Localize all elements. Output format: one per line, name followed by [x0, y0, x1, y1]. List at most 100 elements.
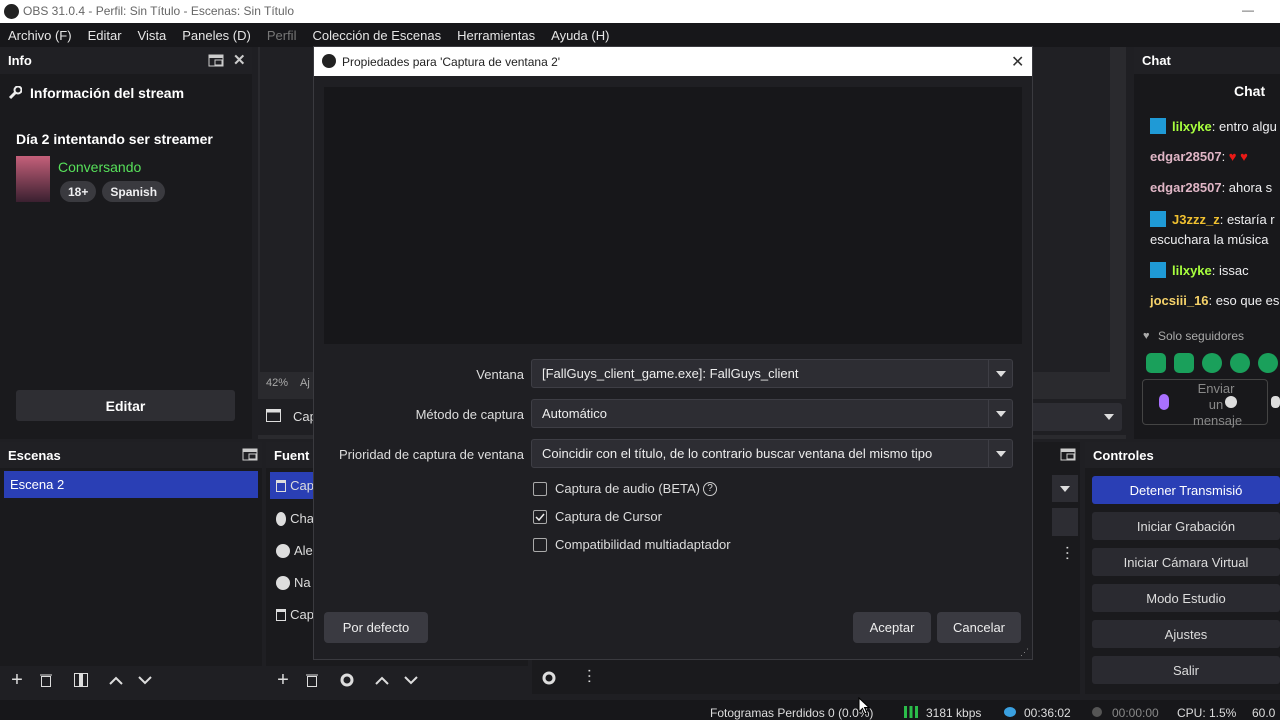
source-item[interactable]: Na — [270, 569, 314, 596]
undock-icon[interactable] — [1060, 448, 1076, 461]
record-icon — [1092, 707, 1102, 717]
undock-icon[interactable] — [208, 53, 224, 67]
multiadapter-checkbox[interactable]: Compatibilidad multiadaptador — [533, 537, 731, 552]
capture-method-label: Método de captura — [415, 407, 524, 422]
emote-icon[interactable] — [1202, 353, 1222, 373]
mixer-stepper[interactable] — [1052, 508, 1078, 536]
move-up-button[interactable] — [371, 669, 393, 691]
capture-priority-select[interactable]: Coincidir con el título, de lo contrario… — [531, 439, 1013, 468]
menu-archivo[interactable]: Archivo (F) — [8, 28, 72, 43]
zoom-suffix: Aj — [300, 377, 310, 389]
checkbox-checked[interactable] — [533, 509, 547, 524]
category-name[interactable]: Conversando — [58, 159, 141, 175]
category-thumbnail — [16, 156, 50, 202]
resize-grip-icon[interactable]: ⋰ — [1020, 647, 1029, 658]
menu-herramientas[interactable]: Herramientas — [457, 28, 535, 43]
globe-icon — [276, 511, 287, 526]
chat-username[interactable]: jocsiii_16 — [1150, 293, 1209, 308]
scenes-dock-header: Escenas — [0, 442, 262, 468]
start-recording-button[interactable]: Iniciar Grabación — [1092, 512, 1280, 540]
minimize-button[interactable]: — — [1242, 3, 1254, 17]
more-options-icon[interactable]: ··· — [1058, 545, 1076, 561]
close-icon[interactable]: ✕ — [233, 51, 246, 69]
undock-icon[interactable] — [242, 448, 258, 461]
badge-icon — [1150, 118, 1166, 134]
live-icon — [1004, 707, 1016, 717]
menu-editar[interactable]: Editar — [88, 28, 122, 43]
help-icon[interactable]: ? — [703, 481, 717, 496]
source-item[interactable]: Cap — [270, 472, 314, 499]
menu-coleccion[interactable]: Colección de Escenas — [312, 28, 441, 43]
add-source-button[interactable]: + — [272, 669, 294, 691]
default-button[interactable]: Por defecto — [324, 612, 428, 643]
tag-pill[interactable]: 18+ — [60, 181, 97, 202]
add-scene-button[interactable]: + — [6, 669, 28, 691]
scenes-toolbar: + — [0, 666, 262, 694]
scene-filters-button[interactable] — [70, 669, 92, 691]
tag-pill[interactable]: Spanish — [102, 181, 166, 202]
emote-row — [1146, 353, 1278, 373]
chat-username[interactable]: lilxyke — [1172, 263, 1212, 278]
virtual-camera-button[interactable]: Iniciar Cámara Virtual — [1092, 548, 1280, 576]
heart-icon: ♥ — [1143, 330, 1150, 342]
scene-item-selected[interactable]: Escena 2 — [4, 471, 258, 498]
signal-bars-icon — [904, 706, 918, 718]
checkbox-unchecked[interactable] — [533, 481, 547, 496]
menu-vista[interactable]: Vista — [138, 28, 167, 43]
edit-button[interactable]: Editar — [16, 390, 235, 421]
source-settings-gear-icon[interactable] — [336, 669, 358, 691]
fps: 60.0 — [1252, 706, 1276, 720]
chat-username[interactable]: J3zzz_z — [1172, 212, 1220, 227]
emote-icon[interactable] — [1258, 353, 1278, 373]
mouse-cursor-icon — [858, 697, 870, 715]
exit-button[interactable]: Salir — [1092, 656, 1280, 684]
cancel-button[interactable]: Cancelar — [937, 612, 1021, 643]
move-down-button[interactable] — [400, 669, 422, 691]
move-down-button[interactable] — [134, 669, 156, 691]
badge-icon — [1150, 211, 1166, 227]
chat-username[interactable]: edgar28507 — [1150, 149, 1222, 164]
globe-icon — [276, 543, 290, 558]
audio-capture-checkbox[interactable]: Captura de audio (BETA) ? — [533, 481, 717, 496]
remove-scene-button[interactable] — [35, 669, 57, 691]
menu-paneles[interactable]: Paneles (D) — [182, 28, 251, 43]
emoji-icon[interactable] — [1225, 396, 1237, 408]
studio-mode-button[interactable]: Modo Estudio — [1092, 584, 1280, 612]
mixer-settings-gear-icon[interactable] — [538, 667, 560, 689]
source-item[interactable]: Cha — [270, 505, 314, 532]
settings-gear-icon[interactable] — [1271, 396, 1280, 408]
checkbox-unchecked[interactable] — [533, 537, 547, 552]
accept-button[interactable]: Aceptar — [853, 612, 931, 643]
emote-icon[interactable] — [1230, 353, 1250, 373]
emote-icon[interactable] — [1146, 353, 1166, 373]
section-title: Información del stream — [30, 85, 185, 101]
chat-input[interactable]: Enviar un mensaje — [1142, 379, 1268, 428]
cursor-capture-checkbox[interactable]: Captura de Cursor — [533, 509, 662, 524]
chat-text: issac — [1219, 263, 1249, 278]
capture-method-select[interactable]: Automático — [531, 399, 1013, 428]
chat-title: Chat — [1234, 83, 1266, 99]
mixer-dropdown[interactable] — [1052, 475, 1078, 502]
source-item[interactable]: Cap — [270, 601, 314, 628]
settings-button[interactable]: Ajustes — [1092, 620, 1280, 648]
close-icon[interactable]: ✕ — [1011, 52, 1024, 72]
ventana-select[interactable]: [FallGuys_client_game.exe]: FallGuys_cli… — [531, 359, 1013, 388]
source-item[interactable]: Ale — [270, 537, 314, 564]
emote-icon[interactable] — [1174, 353, 1194, 373]
move-up-button[interactable] — [105, 669, 127, 691]
chat-message: jocsiii_16: eso que es — [1150, 293, 1280, 308]
menu-ayuda[interactable]: Ayuda (H) — [551, 28, 609, 43]
properties-dialog: Propiedades para 'Captura de ventana 2' … — [313, 46, 1033, 660]
menu-perfil[interactable]: Perfil — [267, 28, 297, 43]
chat-username[interactable]: lilxyke — [1172, 119, 1212, 134]
info-dock-title: Info — [8, 53, 32, 68]
remove-source-button[interactable] — [301, 669, 323, 691]
more-options-icon[interactable]: ··· — [580, 668, 598, 684]
chat-message: lilxyke: entro algu — [1150, 118, 1277, 134]
source-dropdown[interactable] — [1028, 403, 1122, 431]
microphone-icon[interactable] — [1159, 394, 1169, 410]
obs-logo-icon — [4, 4, 19, 19]
chat-username[interactable]: edgar28507 — [1150, 180, 1222, 195]
preview-canvas — [324, 87, 1022, 344]
stop-streaming-button[interactable]: Detener Transmisió — [1092, 476, 1280, 504]
